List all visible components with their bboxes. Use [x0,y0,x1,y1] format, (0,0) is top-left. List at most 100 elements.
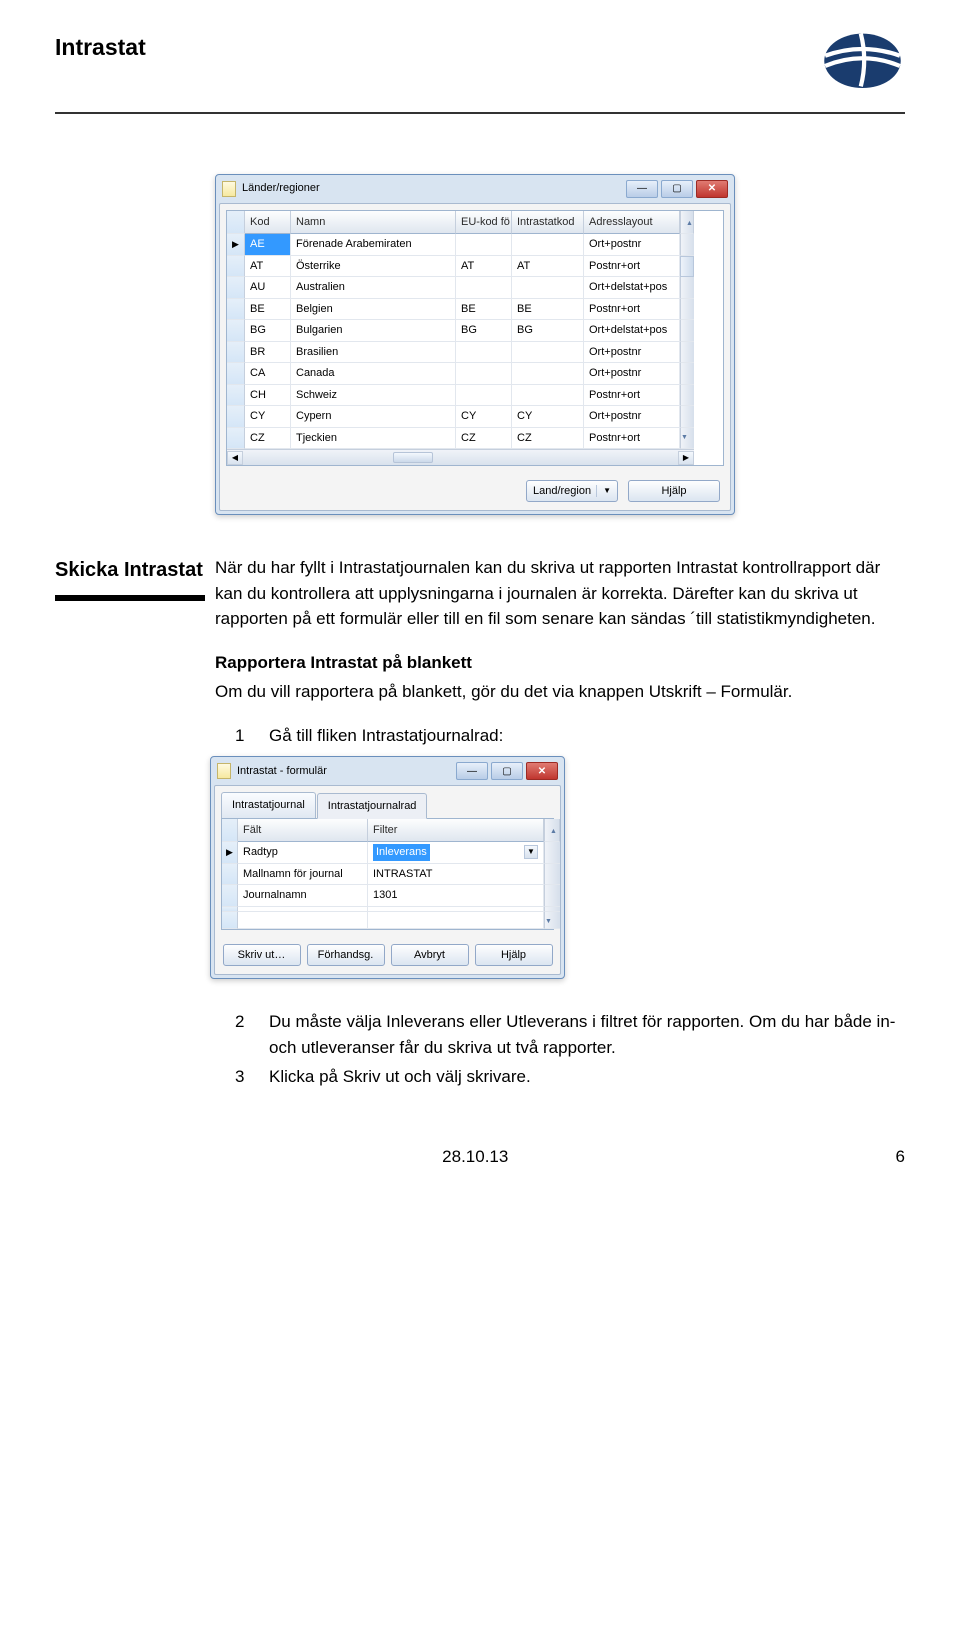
vscroll[interactable] [680,406,694,428]
cell-namn[interactable]: Österrike [291,256,456,278]
cell-intra[interactable]: CZ [512,428,584,450]
cell-intra[interactable] [512,342,584,364]
vscroll[interactable] [544,885,560,907]
cell-addr[interactable]: Postnr+ort [584,299,680,321]
cell-eu[interactable] [456,277,512,299]
cell-kod[interactable]: BG [245,320,291,342]
cell-kod[interactable]: BE [245,299,291,321]
cell-namn[interactable]: Bulgarien [291,320,456,342]
vscroll-down[interactable]: ▼ [680,428,694,450]
cell-namn[interactable]: Canada [291,363,456,385]
cell-field[interactable]: Radtyp [238,842,368,864]
cell-field[interactable] [238,912,368,930]
row-selector[interactable] [227,256,245,278]
cell-filter[interactable] [368,912,544,930]
col-hdr-intrastatkod[interactable]: Intrastatkod [512,211,584,235]
col-hdr-adresslayout[interactable]: Adresslayout [584,211,680,235]
vscroll[interactable] [544,842,560,864]
cell-addr[interactable]: Ort+postnr [584,342,680,364]
cell-filter[interactable]: Inleverans ▼ [368,842,544,864]
row-selector-header[interactable] [227,211,245,235]
row-selector[interactable] [222,864,238,886]
row-selector-header[interactable] [222,819,238,843]
cell-intra[interactable]: BE [512,299,584,321]
print-button[interactable]: Skriv ut… [223,944,301,966]
cell-eu[interactable] [456,234,512,256]
cell-field[interactable]: Mallnamn för journal [238,864,368,886]
cell-eu[interactable]: BG [456,320,512,342]
cell-addr[interactable]: Postnr+ort [584,256,680,278]
cell-kod[interactable]: CA [245,363,291,385]
row-selector[interactable]: ▶ [222,842,238,864]
row-selector[interactable] [227,363,245,385]
cell-intra[interactable] [512,277,584,299]
cell-addr[interactable]: Postnr+ort [584,428,680,450]
vscroll-up[interactable]: ▲ [544,819,560,843]
vscroll[interactable] [680,234,694,256]
cell-addr[interactable]: Ort+postnr [584,363,680,385]
cell-eu[interactable]: BE [456,299,512,321]
cell-intra[interactable]: BG [512,320,584,342]
vscroll[interactable] [680,363,694,385]
cell-namn[interactable]: Brasilien [291,342,456,364]
col-hdr-kod[interactable]: Kod [245,211,291,235]
hscroll-thumb[interactable] [393,452,433,463]
cell-kod[interactable]: CY [245,406,291,428]
minimize-button[interactable]: — [626,180,658,198]
cell-addr[interactable]: Ort+delstat+pos [584,277,680,299]
cell-intra[interactable]: AT [512,256,584,278]
tab-intrastatjournal[interactable]: Intrastatjournal [221,792,316,818]
preview-button[interactable]: Förhandsg. [307,944,385,966]
cell-eu[interactable]: AT [456,256,512,278]
cell-eu[interactable]: CY [456,406,512,428]
cell-addr[interactable]: Postnr+ort [584,385,680,407]
cell-addr[interactable]: Ort+postnr [584,406,680,428]
maximize-button[interactable]: ▢ [661,180,693,198]
row-selector[interactable]: ▶ [227,234,245,256]
cell-namn[interactable]: Förenade Arabemiraten [291,234,456,256]
cell-kod[interactable]: CH [245,385,291,407]
row-selector[interactable] [227,428,245,450]
hscroll-right[interactable]: ▶ [678,451,694,465]
cell-eu[interactable] [456,342,512,364]
cell-filter[interactable]: INTRASTAT [368,864,544,886]
cell-kod[interactable]: BR [245,342,291,364]
vscroll[interactable] [680,385,694,407]
row-selector[interactable] [227,320,245,342]
help-button[interactable]: Hjälp [628,480,720,502]
row-selector[interactable] [227,385,245,407]
row-selector[interactable] [227,342,245,364]
cancel-button[interactable]: Avbryt [391,944,469,966]
hscroll-left[interactable]: ◀ [227,451,243,465]
row-selector[interactable] [227,277,245,299]
cell-kod[interactable]: AE [245,234,291,256]
row-selector[interactable] [222,885,238,907]
cell-namn[interactable]: Cypern [291,406,456,428]
cell-addr[interactable]: Ort+delstat+pos [584,320,680,342]
vscroll-thumb[interactable] [680,256,694,278]
help-button[interactable]: Hjälp [475,944,553,966]
maximize-button[interactable]: ▢ [491,762,523,780]
land-region-button[interactable]: Land/region ▼ [526,480,618,502]
cell-kod[interactable]: CZ [245,428,291,450]
cell-filter[interactable]: 1301 [368,885,544,907]
cell-intra[interactable] [512,385,584,407]
chevron-down-icon[interactable]: ▼ [524,845,538,859]
vscroll[interactable] [544,864,560,886]
cell-namn[interactable]: Australien [291,277,456,299]
cell-eu[interactable] [456,363,512,385]
minimize-button[interactable]: — [456,762,488,780]
col-hdr-eukod[interactable]: EU-kod fö… [456,211,512,235]
cell-intra[interactable] [512,234,584,256]
cell-intra[interactable]: CY [512,406,584,428]
vscroll-down[interactable]: ▼ [544,912,560,930]
col-hdr-filter[interactable]: Filter [368,819,544,843]
close-button[interactable]: ✕ [526,762,558,780]
cell-eu[interactable] [456,385,512,407]
tab-intrastatjournalrad[interactable]: Intrastatjournalrad [317,793,428,819]
vscroll[interactable] [680,342,694,364]
cell-kod[interactable]: AT [245,256,291,278]
vscroll[interactable] [680,320,694,342]
close-button[interactable]: ✕ [696,180,728,198]
row-selector[interactable] [227,299,245,321]
